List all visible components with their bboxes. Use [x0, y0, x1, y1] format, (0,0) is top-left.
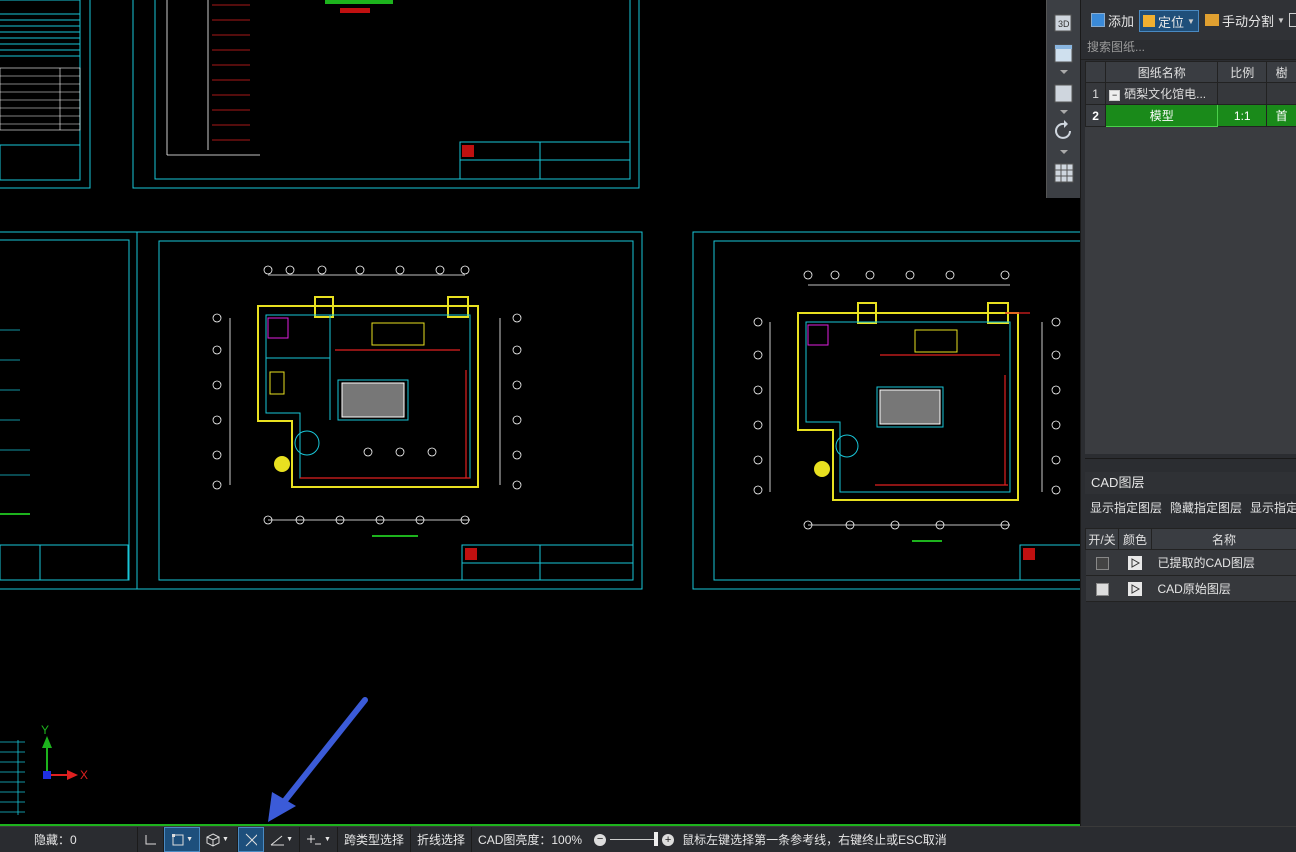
col-index: [1086, 62, 1106, 83]
add-button[interactable]: 添加: [1091, 10, 1134, 30]
hidden-count-label: 隐藏：0: [34, 831, 77, 848]
angle-dropdown[interactable]: ▼: [264, 827, 300, 852]
locate-icon: [1143, 15, 1155, 27]
cross-type-select-button[interactable]: 跨类型选择: [338, 827, 411, 852]
front-view-icon[interactable]: [1051, 80, 1077, 106]
slider-handle[interactable]: [654, 832, 658, 846]
layer-color-swatch[interactable]: [1128, 556, 1142, 570]
manual-split-label: 手动分割: [1222, 11, 1274, 30]
col-extra[interactable]: 樹: [1267, 62, 1296, 83]
row-name: 模型: [1106, 105, 1218, 127]
svg-text:3D: 3D: [1058, 19, 1070, 29]
cube-icon: [206, 833, 220, 847]
split-icon: [1205, 14, 1219, 26]
annotation-arrow: [268, 700, 365, 822]
chevron-down-icon: ▼: [1187, 17, 1195, 26]
slider-track[interactable]: [610, 839, 658, 840]
show-layer-button[interactable]: 显示指定图层: [1090, 496, 1162, 520]
add-point-dropdown[interactable]: ▼: [300, 827, 338, 852]
cross-lines-icon: [245, 833, 257, 847]
add-icon: [1091, 13, 1105, 27]
table-header: 开/关 颜色 名称: [1086, 529, 1296, 550]
cross-select-button[interactable]: [238, 827, 264, 852]
brightness-slider[interactable]: − +: [588, 827, 680, 852]
row-index: 1: [1086, 83, 1106, 105]
minus-icon[interactable]: −: [594, 834, 606, 846]
status-bar: 隐藏：0 ▼ ▼ ▼ ▼ 跨类型选择 折线选择 CAD图亮度：100% − + …: [0, 826, 1296, 852]
hidden-count: 隐藏：0: [0, 827, 138, 852]
angle-icon: [270, 833, 284, 847]
ucs-x-label: X: [80, 768, 88, 782]
table-row[interactable]: CAD原始图层: [1086, 576, 1296, 602]
show-layer-button-2[interactable]: 显示指定: [1250, 496, 1296, 520]
right-panel: 添加 定位 ▼ 手动分割 ▼ 搜索图纸... 图纸名称 比例 樹 1 −硒梨文化…: [1080, 0, 1296, 826]
row-extra: 首: [1267, 105, 1296, 127]
layer-toggle-checkbox[interactable]: [1096, 583, 1109, 596]
collapse-icon[interactable]: −: [1109, 90, 1120, 101]
snap-icon: [171, 833, 184, 847]
layer-name: 已提取的CAD图层: [1152, 550, 1296, 576]
polyline-select-button[interactable]: 折线选择: [411, 827, 472, 852]
chevron-down-icon[interactable]: [1060, 150, 1068, 154]
manual-split-button[interactable]: 手动分割 ▼: [1205, 10, 1285, 30]
row-scale: [1218, 83, 1267, 105]
table-row[interactable]: 已提取的CAD图层: [1086, 550, 1296, 576]
locate-button[interactable]: 定位 ▼: [1139, 10, 1199, 32]
chevron-down-icon: ▼: [222, 836, 229, 843]
view-cube-panel: 3D: [1046, 0, 1081, 198]
grid-view-icon[interactable]: [1051, 160, 1077, 186]
sheet-search-input[interactable]: 搜索图纸...: [1081, 40, 1296, 60]
ortho-icon[interactable]: [138, 827, 164, 852]
layer-toggle-checkbox[interactable]: [1096, 557, 1109, 570]
top-view-icon[interactable]: [1051, 40, 1077, 66]
brightness-label: CAD图亮度：100%: [472, 827, 588, 852]
row-index: 2: [1086, 105, 1106, 127]
panel-divider[interactable]: [1085, 458, 1296, 469]
locate-label: 定位: [1158, 12, 1184, 31]
hide-layer-button[interactable]: 隐藏指定图层: [1170, 496, 1242, 520]
sheet-table: 图纸名称 比例 樹 1 −硒梨文化馆电... 2 模型 1:1 首: [1085, 61, 1296, 127]
view-3d-dropdown[interactable]: ▼: [200, 827, 238, 852]
snap-button[interactable]: ▼: [164, 827, 200, 852]
panel-toolbar: 添加 定位 ▼ 手动分割 ▼: [1081, 0, 1296, 41]
add-point-icon: [306, 833, 322, 847]
3d-view-icon[interactable]: 3D: [1051, 10, 1077, 36]
row-name-cell: −硒梨文化馆电...: [1106, 83, 1218, 105]
table-header: 图纸名称 比例 樹: [1086, 62, 1296, 83]
row-name: 硒梨文化馆电...: [1124, 87, 1206, 101]
row-scale: 1:1: [1218, 105, 1267, 127]
col-color: 颜色: [1119, 529, 1152, 550]
layers-title: CAD图层: [1085, 472, 1296, 494]
ucs-y-label: Y: [41, 723, 49, 737]
rotate-icon[interactable]: [1051, 118, 1077, 144]
row-extra: [1267, 83, 1296, 105]
col-scale[interactable]: 比例: [1218, 62, 1267, 83]
table-row[interactable]: 1 −硒梨文化馆电...: [1086, 83, 1296, 105]
layer-actions: 显示指定图层 隐藏指定图层 显示指定: [1085, 496, 1296, 520]
cad-drawing: [0, 0, 1080, 826]
col-toggle: 开/关: [1086, 529, 1119, 550]
chevron-down-icon: ▼: [324, 836, 331, 843]
table-row-selected[interactable]: 2 模型 1:1 首: [1086, 105, 1296, 127]
add-label: 添加: [1108, 11, 1134, 30]
cad-canvas[interactable]: Y X: [0, 0, 1080, 826]
chevron-down-icon: ▼: [286, 836, 293, 843]
more-icon[interactable]: [1289, 10, 1296, 30]
chevron-down-icon: ▼: [186, 836, 193, 843]
layer-name: CAD原始图层: [1152, 576, 1296, 602]
layer-color-swatch[interactable]: [1128, 582, 1142, 596]
chevron-down-icon: ▼: [1277, 16, 1285, 25]
chevron-down-icon[interactable]: [1060, 70, 1068, 74]
chevron-down-icon[interactable]: [1060, 110, 1068, 114]
col-layer-name: 名称: [1152, 529, 1296, 550]
col-sheet-name[interactable]: 图纸名称: [1106, 62, 1218, 83]
status-hint: 鼠标左键选择第一条参考线，右键终止或ESC取消: [680, 827, 953, 852]
plus-icon[interactable]: +: [662, 834, 674, 846]
layer-table: 开/关 颜色 名称 已提取的CAD图层 CAD原始图层: [1085, 528, 1296, 602]
